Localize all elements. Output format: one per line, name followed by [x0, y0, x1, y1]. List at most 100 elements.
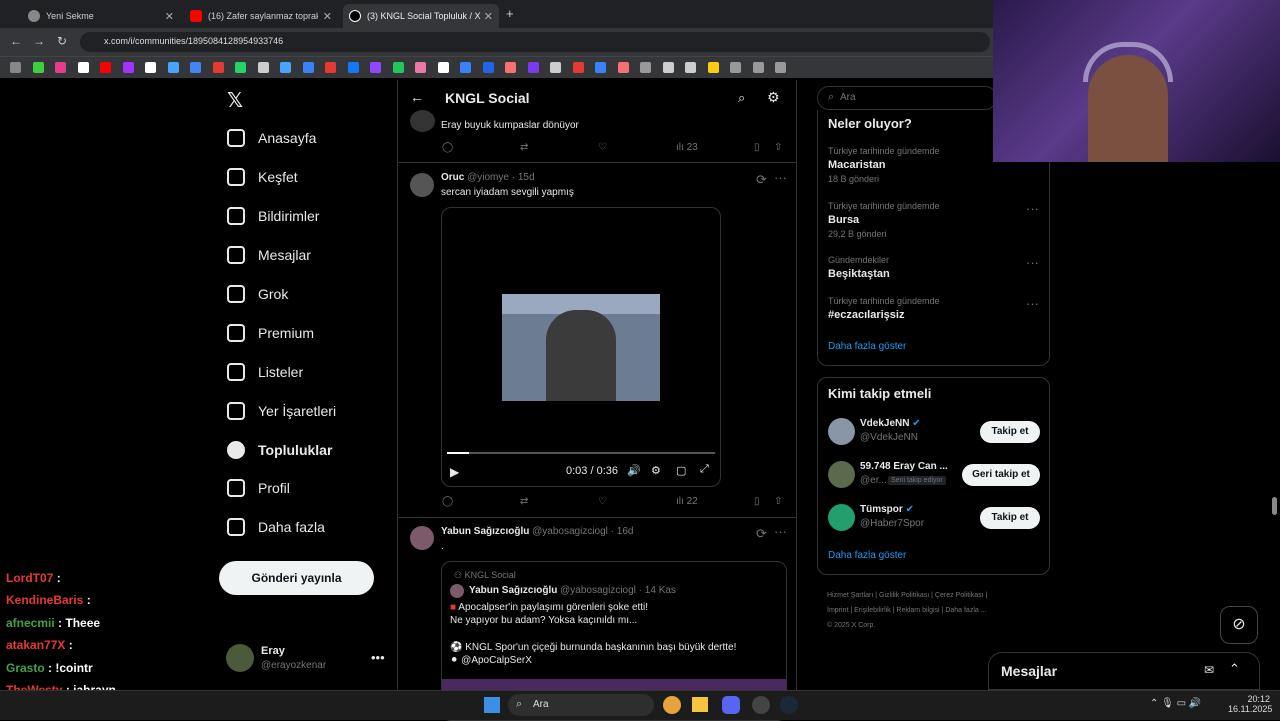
bookmark-icon[interactable] [347, 62, 359, 73]
volume-icon[interactable]: 🔊 [627, 464, 641, 477]
bookmark-icon[interactable] [167, 62, 179, 73]
trend-item[interactable]: Türkiye tarihinde gündemde #eczacılarişsi… [828, 296, 1043, 324]
author-name[interactable]: Yabun Sağızcıoğlu [441, 526, 529, 537]
share-icon[interactable]: ⇧ [774, 142, 782, 153]
bookmark-icon[interactable] [640, 62, 651, 73]
settings-icon[interactable]: ⚙ [651, 464, 661, 477]
footer-link[interactable]: Çerez Politikası [935, 592, 984, 599]
bookmark-icon[interactable] [32, 62, 44, 73]
author-name[interactable]: Oruc [441, 172, 464, 183]
bookmark-icon[interactable] [190, 62, 201, 73]
bookmark-icon[interactable] [550, 62, 561, 73]
follow-suggestion[interactable]: VdekJeNN ✔ @VdekJeNN Takip et [828, 418, 1043, 448]
footer-link[interactable]: Erişilebilirlik [854, 607, 891, 614]
bookmark-icon[interactable] [10, 62, 21, 73]
sidebar-item-profile[interactable]: Profil [227, 473, 290, 503]
follow-button[interactable]: Geri takip et [962, 464, 1040, 486]
bookmark-icon[interactable] [527, 62, 539, 73]
like-icon[interactable]: ♡ [598, 496, 607, 507]
bookmark-icon[interactable] [482, 62, 494, 73]
tab-x-community[interactable]: (3) KNGL Social Topluluk / X ✕ [343, 4, 499, 28]
tab-new[interactable]: Yeni Sekme ✕ [22, 4, 180, 28]
follow-button[interactable]: Takip et [980, 507, 1040, 529]
sidebar-item-home[interactable]: Anasayfa [227, 123, 316, 153]
reply-icon[interactable]: ◯ [442, 142, 453, 153]
bookmark-icon[interactable] [707, 62, 719, 73]
url-field[interactable]: x.com/i/communities/1895084128954933746 [80, 32, 990, 52]
forward-icon[interactable]: → [33, 34, 45, 48]
bookmark-icon[interactable] [77, 62, 89, 73]
more-icon[interactable]: ••• [371, 650, 385, 665]
folder-icon[interactable] [692, 697, 708, 712]
who-more-link[interactable]: Daha fazla göster [828, 550, 906, 561]
start-icon[interactable] [484, 697, 500, 713]
bookmark-icon[interactable] [685, 62, 696, 73]
grok-icon[interactable]: ⟳ [756, 526, 767, 542]
bookmark-icon[interactable] [122, 62, 134, 73]
clock[interactable]: 20:12 16.11.2025 [1228, 694, 1272, 714]
suggestion-name[interactable]: VdekJeNN ✔ [860, 418, 921, 429]
bookmark-icon[interactable] [235, 62, 246, 73]
grok-icon[interactable]: ⟳ [756, 172, 767, 188]
tray-icons[interactable]: ⌃ 🎙 ▭ 🔊 [1150, 698, 1201, 709]
bookmark-icon[interactable] [437, 62, 449, 73]
more-icon[interactable]: ··· [1026, 201, 1039, 216]
pip-icon[interactable]: ▢ [676, 464, 686, 477]
bookmark-icon[interactable] [212, 62, 224, 73]
more-icon[interactable]: ··· [774, 524, 787, 539]
discord-icon[interactable] [722, 696, 740, 714]
bookmark-icon[interactable] [145, 62, 156, 73]
footer-link[interactable]: Daha fazla ... [945, 607, 986, 614]
reload-icon[interactable]: ↻ [57, 34, 67, 48]
trend-item[interactable]: Türkiye tarihinde gündemde Bursa 29,2 B gö… [828, 201, 1043, 239]
expand-icon[interactable]: ⌃ [1229, 661, 1240, 677]
bookmark-icon[interactable] [415, 62, 426, 73]
bookmark-icon[interactable] [572, 62, 584, 73]
avatar[interactable] [410, 526, 434, 550]
bookmark-icon[interactable] [617, 62, 629, 73]
bookmark-icon[interactable] [100, 62, 111, 73]
bookmark-icon[interactable] [302, 62, 314, 73]
more-icon[interactable]: ··· [1026, 296, 1039, 311]
footer-link[interactable]: Hizmet Şartları [827, 592, 873, 599]
video-player[interactable]: ▶ 0:03 / 0:36 🔊 ⚙ ▢ ⤢ [441, 207, 721, 487]
suggestion-name[interactable]: 59.748 Eray Can ... [860, 461, 948, 472]
avatar[interactable] [410, 173, 434, 197]
bookmark-icon[interactable] [370, 62, 381, 73]
back-icon[interactable]: ← [10, 34, 22, 48]
bookmark-icon[interactable]: ▯ [754, 496, 760, 507]
bookmark-icon[interactable] [392, 62, 404, 73]
new-tab-icon[interactable]: + [506, 6, 514, 21]
progress-track[interactable] [447, 452, 715, 454]
follow-suggestion[interactable]: 59.748 Eray Can ... @er... Seni takip ediy… [828, 461, 1043, 491]
trends-more-link[interactable]: Daha fazla göster [828, 341, 906, 352]
steam-icon[interactable] [780, 696, 798, 714]
avatar[interactable] [410, 110, 435, 132]
bookmark-icon[interactable] [55, 62, 66, 73]
scrollbar-thumb[interactable] [1272, 497, 1277, 515]
follow-suggestion[interactable]: Tümspor ✔ @Haber7Spor Takip et [828, 504, 1043, 534]
footer-link[interactable]: Gizlilik Politikası [879, 592, 929, 599]
post-time[interactable]: 15d [518, 172, 535, 183]
x-logo-icon[interactable]: 𝕏 [227, 88, 243, 113]
grok-icon[interactable]: ⊘ [1220, 606, 1258, 644]
reply-icon[interactable]: ◯ [442, 496, 453, 507]
sidebar-item-messages[interactable]: Mesajlar [227, 240, 311, 270]
tab-youtube[interactable]: (16) Zafer saylanmaz toprak de✕ [184, 4, 338, 28]
sidebar-item-notifications[interactable]: Bildirimler [227, 201, 319, 231]
bookmark-icon[interactable] [257, 62, 269, 73]
bookmark-icon[interactable] [460, 62, 471, 73]
sidebar-item-premium[interactable]: Premium [227, 318, 314, 348]
search-icon[interactable]: ⌕ [738, 90, 745, 106]
author-handle[interactable]: @yabosagizciogl [532, 526, 608, 537]
taskbar-search[interactable]: ⌕ Ara [508, 694, 654, 716]
repost-icon[interactable]: ⇄ [520, 496, 528, 507]
bookmark-icon[interactable] [595, 62, 606, 73]
search-input[interactable]: ⌕ Ara [817, 86, 997, 110]
share-icon[interactable]: ⇧ [774, 496, 782, 507]
sidebar-item-lists[interactable]: Listeler [227, 357, 303, 387]
more-icon[interactable]: ··· [1026, 255, 1039, 270]
bookmark-icon[interactable] [752, 62, 764, 73]
gear-icon[interactable]: ⚙ [767, 89, 780, 106]
avatar[interactable] [226, 644, 254, 672]
